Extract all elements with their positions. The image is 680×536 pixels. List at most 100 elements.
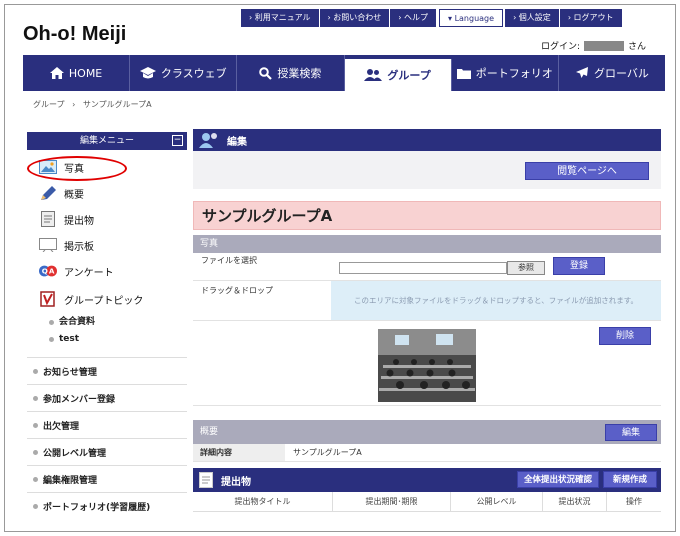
view-page-bar: 閲覧ページへ <box>193 151 661 189</box>
collapse-icon[interactable]: − <box>172 135 183 146</box>
folder-icon <box>456 68 471 79</box>
language-select[interactable]: ▾ Language <box>439 9 504 27</box>
delete-photo-button[interactable]: 削除 <box>599 327 651 345</box>
bullet-icon <box>33 368 38 374</box>
nav-search[interactable]: 授業検索 <box>237 55 345 91</box>
sidebar-link-portfolio[interactable]: ポートフォリオ(学習履歴) <box>27 492 187 519</box>
drag-drop-row: ドラッグ＆ドロップ このエリアに対象ファイルをドラッグ＆ドロップすると、ファイル… <box>193 281 661 321</box>
redacted-username <box>584 40 625 51</box>
sidebar-subitem-label: test <box>59 334 80 344</box>
nav-home[interactable]: HOME <box>23 55 131 91</box>
screenshot-frame: › 利用マニュアル › お問い合わせ › ヘルプ ▾ Language › 個人… <box>4 4 676 532</box>
login-suffix: さん <box>628 42 647 52</box>
browse-button[interactable]: 参照 <box>507 261 545 275</box>
breadcrumb-separator: › <box>72 100 76 109</box>
sidebar-subitem-test[interactable]: test <box>27 331 187 348</box>
column-header-title: 提出物タイトル <box>193 492 333 511</box>
sidebar-link-label: お知らせ管理 <box>43 367 97 378</box>
sidebar-item-label: 概要 <box>64 189 84 201</box>
drag-drop-zone[interactable]: このエリアに対象ファイルをドラッグ＆ドロップすると、ファイルが追加されます。 <box>331 281 661 320</box>
check-all-submissions-button[interactable]: 全体提出状況確認 <box>517 471 599 488</box>
file-path-input[interactable] <box>339 262 507 274</box>
sidebar-item-submission[interactable]: 提出物 <box>27 206 187 232</box>
login-label: ログイン: <box>541 42 581 52</box>
sidebar-link-label: 出欠管理 <box>43 421 80 432</box>
utility-nav: › 利用マニュアル › お問い合わせ › ヘルプ ▾ Language › 個人… <box>241 9 623 27</box>
group-icon <box>364 69 383 81</box>
summary-section-title: 概要 <box>200 427 219 437</box>
column-header-visibility: 公開レベル <box>451 492 543 511</box>
sidebar-link-label: 編集権限管理 <box>43 475 98 486</box>
sidebar-link-label: 公開レベル管理 <box>43 448 107 459</box>
summary-section: 概要 編集 詳細内容 サンプルグループA <box>193 420 661 462</box>
new-submission-button[interactable]: 新規作成 <box>603 471 657 488</box>
bullet-icon <box>33 449 38 455</box>
sidebar-item-label: 提出物 <box>64 215 94 227</box>
submission-section: 提出物 全体提出状況確認 新規作成 提出物タイトル 提出期間･期限 公開レベル … <box>193 468 661 512</box>
sidebar-item-summary[interactable]: 概要 <box>27 180 187 206</box>
photo-section-header: 写真 <box>193 235 661 253</box>
logout-link[interactable]: › ログアウト <box>559 9 623 27</box>
main-nav: HOME クラスウェブ 授業検索 グループ ポートフォリオ グローバル <box>23 55 665 91</box>
sidebar-link-members[interactable]: 参加メンバー登録 <box>27 384 187 411</box>
nav-global-label: グローバル <box>594 67 649 80</box>
sidebar-item-board[interactable]: 掲示板 <box>27 232 187 258</box>
bullet-icon <box>49 337 54 342</box>
nav-global[interactable]: グローバル <box>559 55 665 91</box>
summary-detail-row: 詳細内容 サンプルグループA <box>193 444 661 462</box>
home-icon <box>49 67 64 79</box>
sidebar-item-survey[interactable]: QA アンケート <box>27 258 187 284</box>
sidebar-item-label: 掲示板 <box>64 241 94 253</box>
summary-section-header: 概要 編集 <box>193 420 661 444</box>
summary-detail-value: サンプルグループA <box>293 448 362 457</box>
drag-drop-label: ドラッグ＆ドロップ <box>201 286 273 295</box>
drag-drop-text: このエリアに対象ファイルをドラッグ＆ドロップすると、ファイルが追加されます。 <box>354 296 638 305</box>
sidebar-link-attendance[interactable]: 出欠管理 <box>27 411 187 438</box>
lecture-hall-photo[interactable] <box>378 329 476 402</box>
column-header-period: 提出期間･期限 <box>333 492 451 511</box>
breadcrumb-root[interactable]: グループ <box>33 100 65 109</box>
help-link[interactable]: › ヘルプ <box>390 9 438 27</box>
nav-portfolio[interactable]: ポートフォリオ <box>452 55 559 91</box>
contact-link[interactable]: › お問い合わせ <box>319 9 391 27</box>
group-title: サンプルグループA <box>193 201 661 230</box>
nav-classweb-label: クラスウェブ <box>160 67 227 80</box>
settings-link[interactable]: › 個人設定 <box>505 9 560 27</box>
edit-menu-sidebar: 編集メニュー − 写真 概要 提出物 掲示板 QA アンケート グループトピック… <box>27 132 187 519</box>
nav-portfolio-label: ポートフォリオ <box>475 67 553 80</box>
file-select-label: ファイルを選択 <box>201 256 257 265</box>
document-icon <box>39 211 57 227</box>
nav-classweb[interactable]: クラスウェブ <box>130 55 238 91</box>
svg-text:A: A <box>49 267 55 276</box>
sidebar-link-permissions[interactable]: 編集権限管理 <box>27 465 187 492</box>
file-select-row: ファイルを選択 参照 登録 <box>193 253 661 281</box>
bullet-icon <box>49 320 54 325</box>
airplane-icon <box>576 67 588 78</box>
site-logo[interactable]: Oh-o! Meiji <box>23 23 126 46</box>
mortarboard-icon <box>139 67 156 79</box>
summary-edit-button[interactable]: 編集 <box>605 424 657 441</box>
sidebar-link-label: 参加メンバー登録 <box>43 394 116 405</box>
edit-menu-header: 編集メニュー − <box>27 132 187 150</box>
bullet-icon <box>33 503 38 509</box>
svg-text:Q: Q <box>42 267 48 276</box>
nav-group[interactable]: グループ <box>344 59 452 91</box>
pencil-icon <box>39 185 57 201</box>
sidebar-link-visibility[interactable]: 公開レベル管理 <box>27 438 187 465</box>
breadcrumb: グループ › サンプルグループA <box>33 99 152 110</box>
qa-icon: QA <box>39 263 57 279</box>
submission-header: 提出物 全体提出状況確認 新規作成 <box>193 468 661 492</box>
bullet-icon <box>33 395 38 401</box>
bullet-icon <box>33 476 38 482</box>
edit-menu-title: 編集メニュー <box>79 136 134 146</box>
board-icon <box>39 237 57 253</box>
submission-table-header: 提出物タイトル 提出期間･期限 公開レベル 提出状況 操作 <box>193 492 661 512</box>
edit-header: 編集 <box>193 129 661 151</box>
sidebar-subitem-meeting[interactable]: 会合資料 <box>27 314 187 331</box>
view-page-button[interactable]: 閲覧ページへ <box>525 162 649 180</box>
sidebar-item-topic[interactable]: グループトピック <box>27 284 187 314</box>
nav-search-label: 授業検索 <box>277 67 322 80</box>
register-button[interactable]: 登録 <box>553 257 605 275</box>
sidebar-link-news[interactable]: お知らせ管理 <box>27 357 187 384</box>
manual-link[interactable]: › 利用マニュアル <box>241 9 320 27</box>
